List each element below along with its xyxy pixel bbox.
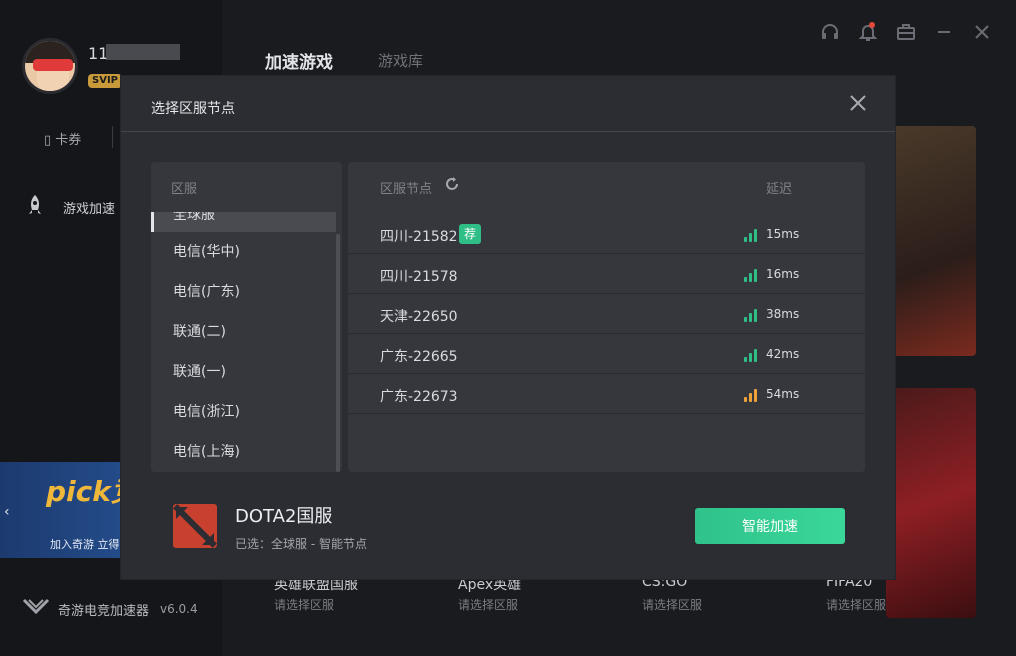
latency-value: 16ms bbox=[766, 267, 800, 281]
node-name: 四川-21582 bbox=[380, 229, 458, 245]
node-row[interactable]: 广东-22665 42ms bbox=[348, 334, 865, 374]
vip-badge: SVIP bbox=[88, 74, 122, 88]
app-version: v6.0.4 bbox=[160, 602, 198, 616]
latency-value: 42ms bbox=[766, 347, 800, 361]
node-panel: 区服节点 延迟 四川-21582 荐 15ms 四川-21578 16ms 天津-2265… bbox=[348, 162, 865, 472]
node-header: 区服节点 bbox=[380, 182, 433, 197]
game-name: DOTA2国服 bbox=[235, 506, 333, 527]
card-sub-lol[interactable]: 请选择区服 bbox=[274, 596, 334, 613]
close-window-icon[interactable] bbox=[972, 22, 992, 47]
avatar[interactable] bbox=[22, 38, 78, 94]
node-row[interactable]: 四川-21578 16ms bbox=[348, 254, 865, 294]
region-item[interactable]: 电信(上海) bbox=[151, 432, 336, 472]
node-row[interactable]: 广东-22673 54ms bbox=[348, 374, 865, 414]
divider bbox=[112, 126, 113, 148]
signal-icon bbox=[744, 348, 758, 362]
signal-icon bbox=[744, 228, 758, 242]
region-item[interactable]: 联通(一) bbox=[151, 352, 336, 392]
node-name: 天津-22650 bbox=[380, 309, 458, 325]
latency-value: 15ms bbox=[766, 227, 800, 241]
signal-icon bbox=[744, 388, 758, 402]
modal-title: 选择区服节点 bbox=[151, 101, 235, 117]
region-item[interactable]: 电信(浙江) bbox=[151, 392, 336, 432]
brand-name: 奇游电竞加速器 bbox=[58, 604, 150, 619]
signal-icon bbox=[744, 308, 758, 322]
region-item[interactable]: 联通(二) bbox=[151, 312, 336, 352]
tab-accelerate-games[interactable]: 加速游戏 bbox=[265, 48, 333, 73]
node-name: 广东-22673 bbox=[380, 389, 458, 405]
region-header: 区服 bbox=[171, 182, 198, 197]
bell-icon[interactable] bbox=[858, 22, 878, 47]
coupon-label: 卡券 bbox=[55, 133, 82, 148]
node-row[interactable]: 天津-22650 38ms bbox=[348, 294, 865, 334]
dota2-logo-icon bbox=[173, 504, 217, 548]
banner-subtitle: 加入奇游 立得 bbox=[50, 538, 120, 551]
region-item[interactable]: 电信(广东) bbox=[151, 272, 336, 312]
region-item[interactable]: 全球服 bbox=[151, 212, 336, 232]
sidebar-item-game-accel[interactable]: 游戏加速 bbox=[63, 198, 115, 217]
recommended-badge: 荐 bbox=[459, 224, 481, 244]
latency-header: 延迟 bbox=[766, 182, 793, 197]
card-sub-csgo[interactable]: 请选择区服 bbox=[642, 596, 702, 613]
notification-dot bbox=[869, 22, 875, 28]
minimize-icon[interactable] bbox=[934, 22, 954, 47]
game-card-fifa[interactable] bbox=[886, 388, 976, 618]
card-sub-apex[interactable]: 请选择区服 bbox=[458, 596, 518, 613]
signal-icon bbox=[744, 268, 758, 282]
brand-logo-icon bbox=[22, 596, 50, 616]
card-sub-fifa[interactable]: 请选择区服 bbox=[826, 596, 886, 613]
coupon-icon: ▯ bbox=[44, 133, 52, 148]
region-item[interactable]: 电信(华中) bbox=[151, 232, 336, 272]
node-name: 广东-22665 bbox=[380, 349, 458, 365]
tab-game-library[interactable]: 游戏库 bbox=[378, 50, 423, 71]
headset-icon[interactable] bbox=[820, 22, 840, 47]
refresh-icon[interactable] bbox=[444, 176, 460, 196]
window-controls bbox=[820, 22, 992, 47]
node-list: 四川-21582 荐 15ms 四川-21578 16ms 天津-22650 38ms 广东-… bbox=[348, 214, 865, 414]
close-icon[interactable] bbox=[849, 94, 867, 112]
toolbox-icon[interactable] bbox=[896, 22, 916, 47]
username-redacted bbox=[106, 44, 180, 60]
node-name: 四川-21578 bbox=[380, 269, 458, 285]
region-scrollbar[interactable] bbox=[336, 234, 340, 472]
latency-value: 54ms bbox=[766, 387, 800, 401]
chevron-left-icon[interactable]: ‹ bbox=[4, 504, 10, 520]
region-list: 全球服 电信(华中) 电信(广东) 联通(二) 联通(一) 电信(浙江) 电信(… bbox=[151, 212, 336, 472]
rocket-icon bbox=[26, 194, 44, 218]
smart-accelerate-button[interactable]: 智能加速 bbox=[695, 508, 845, 544]
coupon-button[interactable]: ▯ 卡券 bbox=[44, 129, 81, 148]
selected-info: 已选：全球服 - 智能节点 bbox=[235, 537, 367, 551]
latency-value: 38ms bbox=[766, 307, 800, 321]
game-card-lol[interactable] bbox=[886, 126, 976, 356]
select-server-modal: 选择区服节点 区服 全球服 电信(华中) 电信(广东) 联通(二) 联通(一) … bbox=[121, 76, 895, 579]
region-panel: 区服 全球服 电信(华中) 电信(广东) 联通(二) 联通(一) 电信(浙江) … bbox=[151, 162, 342, 472]
modal-header: 选择区服节点 bbox=[121, 76, 895, 132]
node-row[interactable]: 四川-21582 荐 15ms bbox=[348, 214, 865, 254]
